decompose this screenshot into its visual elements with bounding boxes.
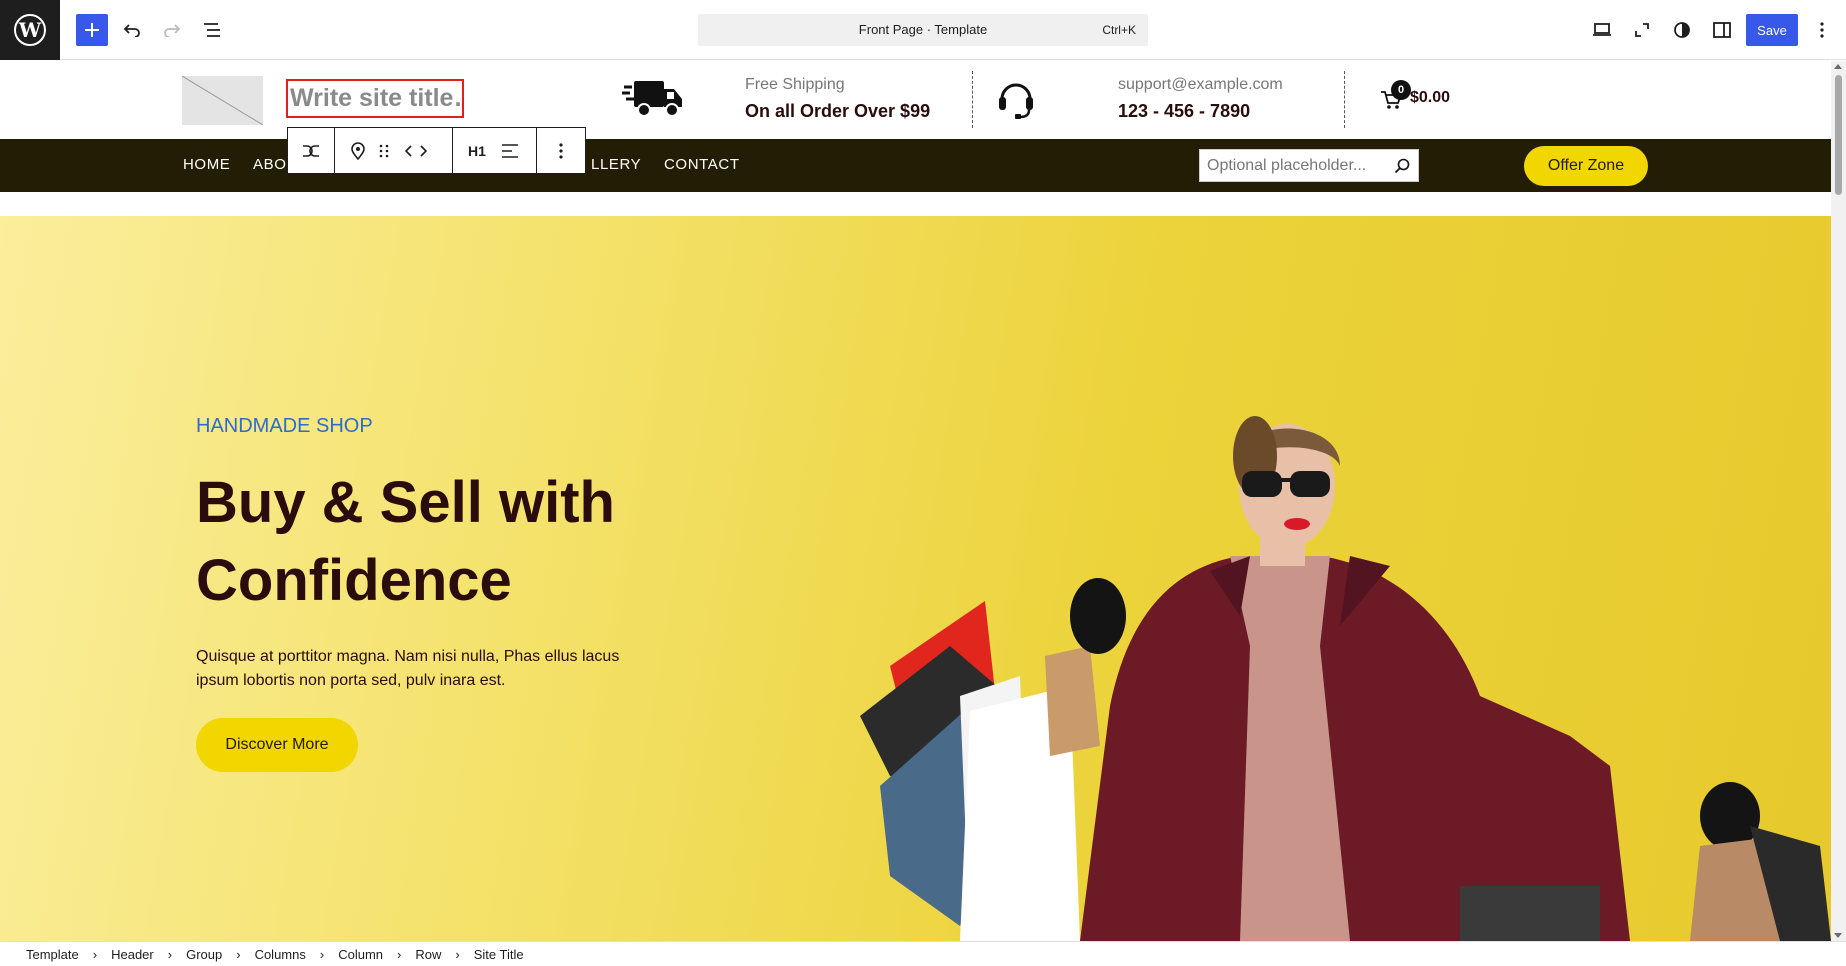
drag-icon[interactable] [379, 144, 389, 158]
align-icon[interactable] [501, 143, 519, 158]
scroll-up-icon[interactable] [1834, 64, 1842, 69]
hero-text: Quisque at porttitor magna. Nam nisi nul… [196, 648, 620, 689]
breadcrumb-row[interactable]: Row [415, 947, 441, 962]
scroll-thumb[interactable] [1835, 75, 1842, 195]
nav-item-contact[interactable]: CONTACT [664, 156, 740, 173]
editor-topbar: W Front Page · Template Ctrl+K Save [0, 0, 1846, 60]
nav-item-home[interactable]: HOME [183, 156, 230, 173]
site-logo-placeholder[interactable] [182, 76, 263, 125]
move-arrows-icon[interactable] [403, 144, 429, 158]
cart-count-badge: 0 [1391, 80, 1411, 100]
chevron-right-icon: › [319, 946, 325, 962]
block-controls [334, 127, 453, 174]
svg-text:W: W [18, 18, 42, 42]
divider [1344, 71, 1345, 128]
editor-canvas: Write site title… Free Shipping On all O… [0, 61, 1831, 941]
fullscreen-icon[interactable] [1626, 14, 1658, 46]
shipping-label: Free Shipping [745, 76, 845, 93]
chevron-right-icon: › [236, 946, 241, 962]
divider [972, 71, 973, 128]
nav-item-gallery[interactable]: LLERY [591, 156, 641, 173]
discover-more-button[interactable]: Discover More [196, 718, 358, 772]
site-title[interactable]: Write site title… [286, 79, 464, 118]
settings-icon[interactable] [1706, 14, 1738, 46]
canvas-scrollbar[interactable] [1831, 61, 1846, 941]
breadcrumb-header[interactable]: Header [111, 947, 154, 962]
command-shortcut: Ctrl+K [1102, 23, 1136, 37]
chevron-right-icon: › [397, 946, 402, 962]
chevron-right-icon: › [167, 946, 173, 962]
more-vertical-icon[interactable] [1808, 14, 1836, 46]
cart-total[interactable]: $0.00 [1410, 89, 1450, 107]
list-view-icon[interactable] [196, 14, 228, 46]
support-phone: 123 - 456 - 7890 [1118, 101, 1251, 121]
document-title[interactable]: Front Page · Template [698, 22, 1148, 37]
transform-icon[interactable] [287, 127, 335, 174]
breadcrumb-column[interactable]: Column [338, 947, 383, 962]
hero-woman-shopping-image [860, 416, 1831, 941]
redo-icon[interactable] [156, 14, 188, 46]
breadcrumb-site-title[interactable]: Site Title [474, 947, 524, 962]
block-breadcrumb: Template › Header › Group › Columns › Co… [0, 941, 1846, 966]
options-icon[interactable] [536, 127, 586, 174]
breadcrumb-template[interactable]: Template [26, 947, 79, 962]
hero-title: Buy & Sell with Confidence [196, 470, 615, 613]
search-input[interactable]: Optional placeholder... [1199, 149, 1419, 182]
delivery-truck-icon [622, 77, 684, 119]
document-bar[interactable]: Front Page · Template Ctrl+K [698, 14, 1148, 46]
editor-root: W Front Page · Template Ctrl+K Save Writ… [0, 0, 1846, 966]
search-placeholder: Optional placeholder... [1207, 157, 1367, 174]
wordpress-icon[interactable]: W [0, 0, 60, 60]
breadcrumb-group[interactable]: Group [186, 947, 222, 962]
location-icon[interactable] [351, 141, 365, 160]
plus-icon[interactable] [76, 14, 108, 46]
search-icon[interactable] [1394, 158, 1410, 174]
breadcrumb-columns[interactable]: Columns [255, 947, 306, 962]
scroll-down-icon[interactable] [1834, 933, 1842, 938]
heading-level-button[interactable]: H1 [468, 143, 486, 159]
hero-section: HANDMADE SHOP Buy & Sell with Confidence… [0, 216, 1831, 941]
support-email: support@example.com [1118, 76, 1283, 93]
styles-icon[interactable] [1666, 14, 1698, 46]
desktop-view-icon[interactable] [1586, 14, 1618, 46]
chevron-right-icon: › [455, 946, 460, 962]
hero-eyebrow: HANDMADE SHOP [196, 415, 373, 437]
shipping-value: On all Order Over $99 [745, 101, 931, 121]
headset-icon [996, 77, 1036, 119]
offer-zone-button[interactable]: Offer Zone [1524, 146, 1648, 186]
chevron-right-icon: › [92, 946, 98, 962]
main-navigation: HOME ABO B LLERY CONTACT Optional placeh… [0, 139, 1831, 192]
save-button[interactable]: Save [1746, 14, 1798, 46]
heading-controls: H1 [452, 127, 537, 174]
nav-item-about[interactable]: ABO [253, 156, 286, 173]
undo-icon[interactable] [116, 14, 148, 46]
